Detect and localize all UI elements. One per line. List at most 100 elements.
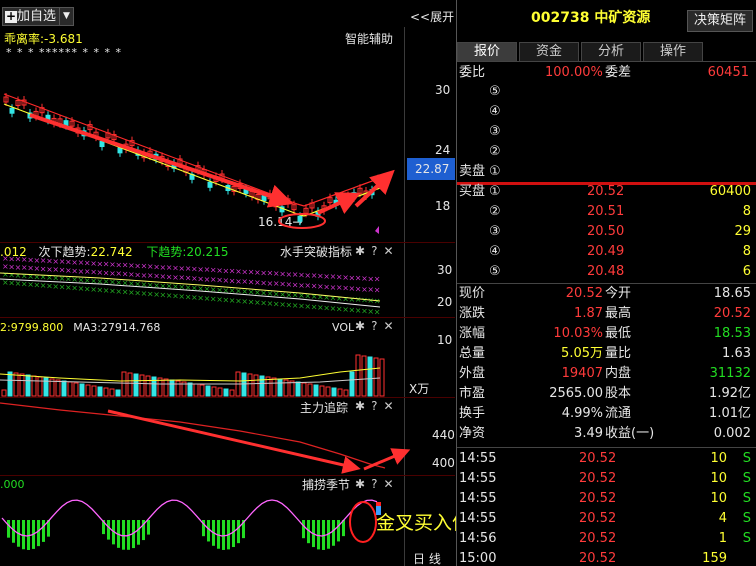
tick-row[interactable]: 14:55 20.52 4 S bbox=[457, 509, 756, 529]
tick-direction: S bbox=[742, 531, 751, 546]
volume-bar bbox=[19, 373, 25, 397]
bid-ratio-row: 委比 100.00% 委差 60451 bbox=[459, 65, 749, 80]
add-watchlist-button[interactable]: +加自选 ▼ bbox=[2, 7, 74, 26]
stat-label: 现价 bbox=[459, 286, 486, 301]
stat-label: 最低 bbox=[605, 326, 632, 341]
main-force-pane[interactable]: 主力追踪 ✱?✕ 440 400 bbox=[0, 398, 455, 476]
buy-price: 20.49 bbox=[587, 244, 625, 259]
tick-row[interactable]: 14:56 20.52 1 S bbox=[457, 529, 756, 549]
stat-label: 净资 bbox=[459, 426, 486, 441]
tab-funds[interactable]: 资金 bbox=[519, 42, 579, 61]
sell-label: 卖盘 bbox=[459, 164, 486, 179]
volume-bar bbox=[229, 389, 235, 397]
tick-direction: S bbox=[742, 511, 751, 526]
capture-bar bbox=[137, 520, 140, 545]
volume-bar bbox=[373, 357, 379, 397]
candle-body bbox=[153, 153, 159, 160]
stat-row: 净资 3.49 收益(一) 0.002 bbox=[457, 424, 756, 444]
volume-bar bbox=[211, 386, 217, 397]
expand-button[interactable]: <<展开 bbox=[410, 10, 454, 24]
tick-row[interactable]: 14:55 20.52 10 S bbox=[457, 449, 756, 469]
plus-icon: + bbox=[5, 9, 17, 23]
ma-line-yellow bbox=[3, 103, 383, 217]
buy-level: ② bbox=[489, 204, 501, 219]
capture-bar bbox=[42, 520, 45, 542]
capture-bar bbox=[302, 520, 305, 539]
tab-operate[interactable]: 操作 bbox=[643, 42, 703, 61]
sell-row[interactable]: ③ bbox=[457, 122, 756, 142]
kline-pane[interactable]: 乖离率:-3.681 智能辅助 * * * ****** * * * * 30 … bbox=[0, 27, 455, 243]
sell-level: ② bbox=[489, 144, 501, 159]
capture-bar bbox=[147, 520, 150, 535]
buy-row[interactable]: 买盘 ① 20.52 60400 bbox=[457, 182, 756, 202]
stat-label: 涨幅 bbox=[459, 326, 486, 341]
stat-value: 3.49 bbox=[574, 426, 603, 441]
sell-level: ⑤ bbox=[489, 84, 501, 99]
decision-matrix-button[interactable]: 决策矩阵 bbox=[687, 10, 753, 32]
volume-bar bbox=[247, 373, 253, 397]
breakout-axis: 30 20 bbox=[404, 243, 455, 317]
capture-bar bbox=[332, 520, 335, 546]
candle-body bbox=[9, 107, 15, 114]
stat-value: 1.01亿 bbox=[709, 406, 751, 421]
breakout-indicator-pane[interactable]: .012 次下趋势:22.742 下趋势:20.215 水手突破指标 ✱?✕ 3… bbox=[0, 243, 455, 318]
tick-direction: S bbox=[742, 451, 751, 466]
buy-row[interactable]: ③ 20.50 29 bbox=[457, 222, 756, 242]
main-force-chart bbox=[0, 402, 386, 469]
volume-bar bbox=[199, 384, 205, 397]
capture-bar bbox=[207, 520, 210, 542]
stat-value: 18.65 bbox=[713, 286, 751, 301]
volume-bar bbox=[325, 386, 331, 397]
tick-row[interactable]: 14:55 20.52 10 S bbox=[457, 489, 756, 509]
stock-app: +加自选 ▼ <<展开 乖离率:-3.681 智能辅助 * * * ******… bbox=[0, 0, 756, 566]
stat-value: 20.52 bbox=[713, 306, 751, 321]
capture-line bbox=[1, 499, 378, 537]
quote-panel: 002738 中矿资源 决策矩阵 报价 资金 分析 操作 委比 100.00% … bbox=[456, 0, 756, 566]
buy-row[interactable]: ② 20.51 8 bbox=[457, 202, 756, 222]
volume-bar bbox=[313, 384, 319, 397]
candle-body bbox=[99, 141, 105, 148]
tick-price: 20.52 bbox=[579, 491, 617, 506]
candle-body bbox=[297, 215, 303, 222]
stat-label: 内盘 bbox=[605, 366, 632, 381]
stat-label: 量比 bbox=[605, 346, 632, 361]
sell-row[interactable]: ② bbox=[457, 142, 756, 162]
sell-level: ① bbox=[489, 164, 501, 179]
buy-row[interactable]: ④ 20.49 8 bbox=[457, 242, 756, 262]
volume-bar bbox=[205, 385, 211, 397]
volume-bar bbox=[61, 380, 67, 397]
capture-bar bbox=[337, 520, 340, 542]
stat-value: 1.92亿 bbox=[709, 386, 751, 401]
stat-label: 外盘 bbox=[459, 366, 486, 381]
sell-row[interactable]: ④ bbox=[457, 102, 756, 122]
volume-bar bbox=[13, 372, 19, 397]
kline-chart bbox=[3, 93, 387, 234]
stat-value: 0.002 bbox=[713, 426, 751, 441]
stat-value: 1.87 bbox=[574, 306, 603, 321]
tick-row[interactable]: 14:55 20.52 10 S bbox=[457, 469, 756, 489]
capture-season-pane[interactable]: .000 捕捞季节 ✱?✕ 日 线 金叉买入信号 bbox=[0, 476, 490, 566]
chevron-down-icon[interactable]: ▼ bbox=[59, 8, 73, 25]
volume-bar bbox=[73, 382, 79, 397]
volume-bar bbox=[259, 375, 265, 397]
x-marker: × bbox=[374, 275, 381, 284]
tick-time: 14:55 bbox=[459, 471, 497, 486]
volume-bar bbox=[151, 376, 157, 397]
sell-row[interactable]: 卖盘 ① bbox=[457, 162, 756, 182]
capture-bar bbox=[232, 520, 235, 548]
volume-bar bbox=[1, 389, 7, 397]
sell-row[interactable]: ⑤ bbox=[457, 82, 756, 102]
volume-bar bbox=[79, 383, 85, 397]
tick-row[interactable]: 15:00 20.52 159 bbox=[457, 549, 756, 566]
stat-label: 收益(一) bbox=[605, 426, 655, 441]
buy-row[interactable]: ⑤ 20.48 6 bbox=[457, 262, 756, 282]
tab-analysis[interactable]: 分析 bbox=[581, 42, 641, 61]
volume-pane[interactable]: 2:9799.800 MA3:27914.768 VOL ✱?✕ 10 X万 bbox=[0, 318, 455, 398]
volume-bar bbox=[109, 388, 115, 397]
main-force-axis: 440 400 bbox=[404, 398, 455, 475]
tick-volume: 1 bbox=[718, 531, 727, 546]
volume-bar bbox=[217, 387, 223, 397]
tick-volume: 159 bbox=[702, 551, 727, 566]
buy-price: 20.50 bbox=[587, 224, 625, 239]
tab-quote[interactable]: 报价 bbox=[457, 42, 517, 61]
